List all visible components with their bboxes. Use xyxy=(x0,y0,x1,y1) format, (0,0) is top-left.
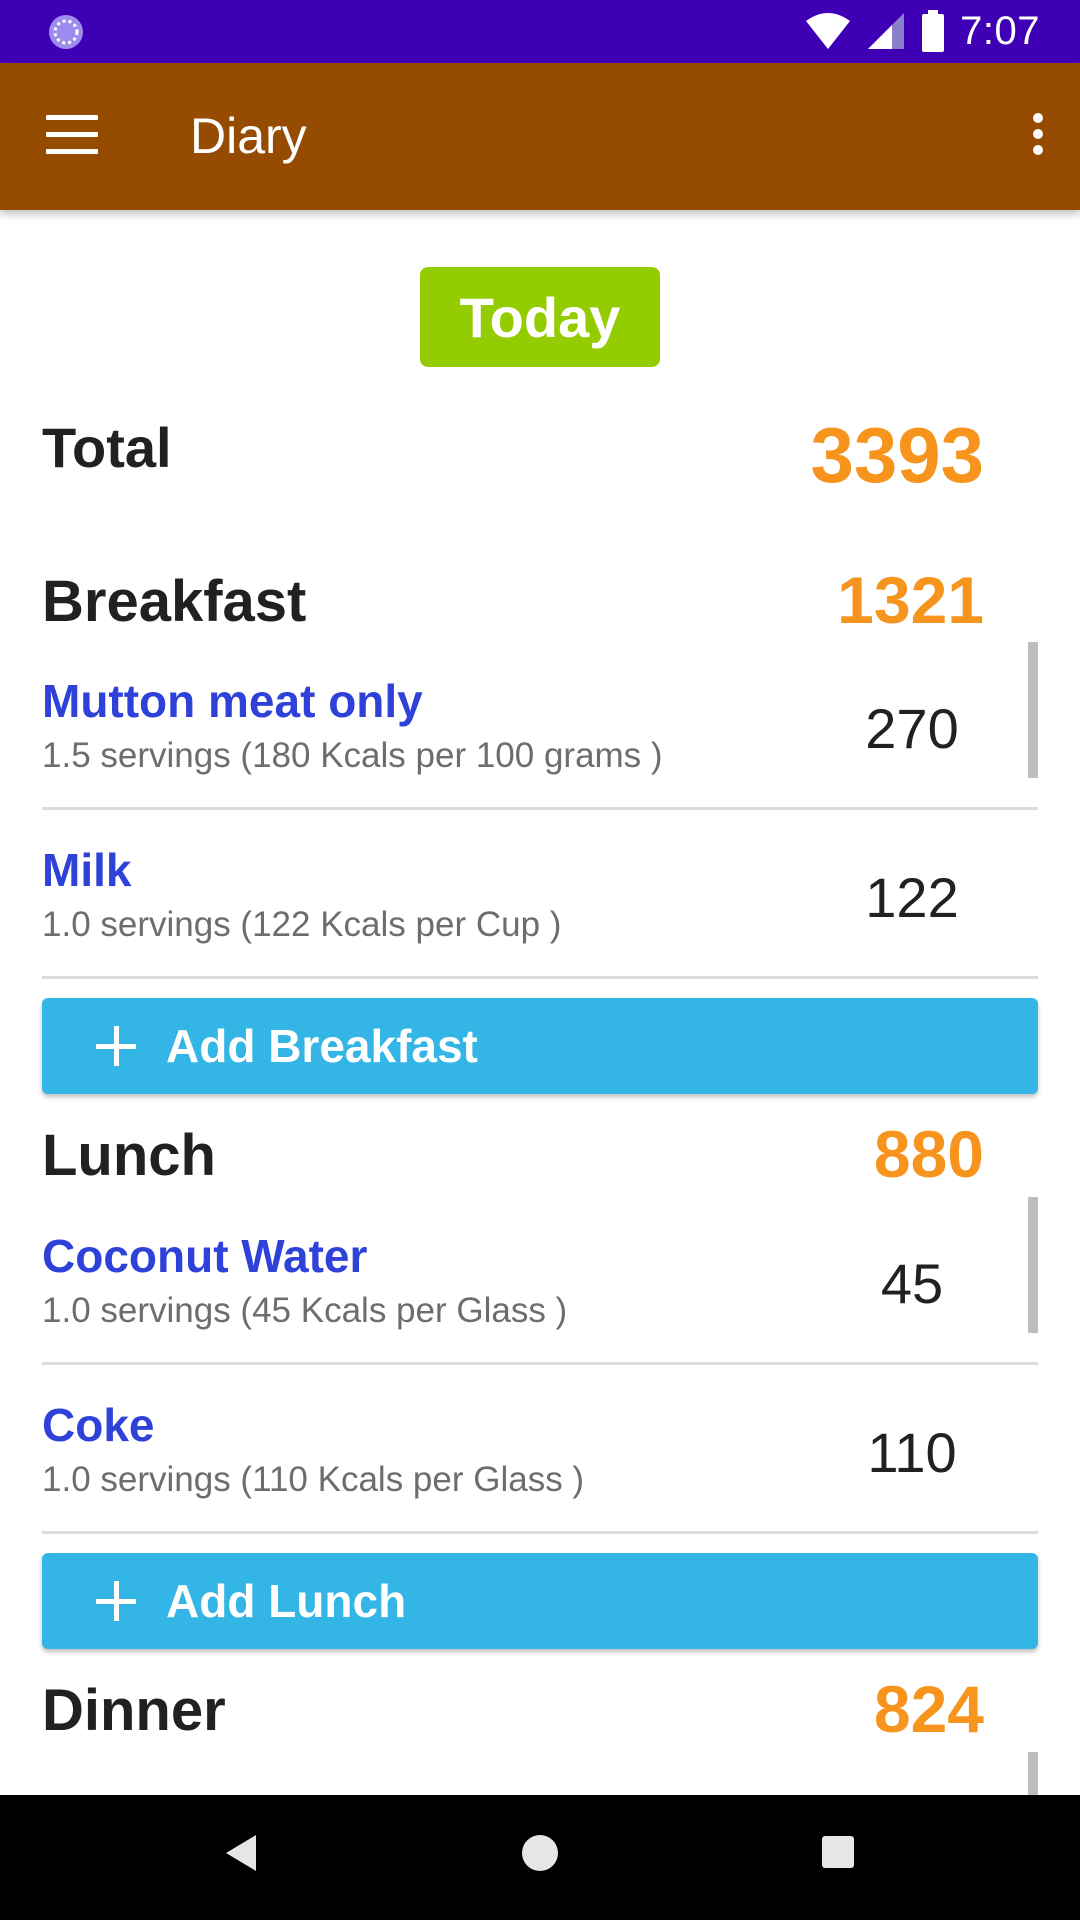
recent-apps-icon[interactable] xyxy=(822,1836,854,1868)
add-lunch-button[interactable]: Add Lunch xyxy=(42,1553,1038,1649)
food-item-name[interactable]: Coconut Water xyxy=(42,1229,367,1283)
food-item-description: 1.5 servings (180 Kcals per 100 grams ) xyxy=(42,736,663,775)
menu-icon[interactable] xyxy=(46,115,98,155)
wifi-icon xyxy=(806,13,851,49)
more-options-icon[interactable] xyxy=(1028,113,1048,159)
app-bar: Diary xyxy=(0,63,1080,210)
status-bar: 7:07 xyxy=(0,0,1080,63)
diary-content[interactable]: Today Total 3393 Breakfast 1321 Mutton m… xyxy=(0,210,1080,1795)
plus-icon xyxy=(96,1026,136,1066)
scroll-indicator xyxy=(1028,1752,1038,1795)
sync-icon xyxy=(49,15,83,49)
home-icon[interactable] xyxy=(522,1835,558,1871)
navigation-bar xyxy=(0,1795,1080,1920)
divider xyxy=(42,1362,1038,1365)
breakfast-total: 1321 xyxy=(837,563,984,637)
total-value: 3393 xyxy=(810,411,984,499)
lunch-total: 880 xyxy=(873,1117,984,1191)
food-item-kcal: 270 xyxy=(865,697,959,760)
lunch-title: Lunch xyxy=(42,1123,216,1188)
food-item-kcal: 45 xyxy=(880,1252,944,1315)
dinner-title: Dinner xyxy=(42,1678,226,1743)
food-item-description: 1.0 servings (110 Kcals per Glass ) xyxy=(42,1460,585,1499)
signal-icon xyxy=(868,13,905,49)
breakfast-title: Breakfast xyxy=(42,569,307,634)
scroll-indicator xyxy=(1028,642,1038,778)
food-item-name[interactable]: Milk xyxy=(42,843,131,897)
add-lunch-label: Add Lunch xyxy=(166,1575,407,1627)
total-label: Total xyxy=(42,416,172,479)
add-breakfast-label: Add Breakfast xyxy=(166,1020,478,1072)
page-title: Diary xyxy=(190,108,307,164)
food-item-name[interactable]: Coke xyxy=(42,1398,154,1452)
plus-icon xyxy=(96,1581,136,1621)
food-item-description: 1.0 servings (122 Kcals per Cup ) xyxy=(42,905,562,944)
food-item-name[interactable]: Mutton meat only xyxy=(42,674,423,728)
scroll-indicator xyxy=(1028,1197,1038,1333)
status-time: 7:07 xyxy=(960,8,1040,53)
food-item-description: 1.0 servings (45 Kcals per Glass ) xyxy=(42,1291,568,1330)
back-icon[interactable] xyxy=(224,1833,258,1873)
today-button[interactable]: Today xyxy=(420,267,660,367)
add-breakfast-button[interactable]: Add Breakfast xyxy=(42,998,1038,1094)
dinner-total: 824 xyxy=(873,1672,984,1746)
food-item-kcal: 122 xyxy=(865,866,959,929)
divider xyxy=(42,1531,1038,1534)
divider xyxy=(42,807,1038,810)
food-item-kcal: 110 xyxy=(867,1421,957,1484)
battery-icon xyxy=(922,10,945,52)
divider xyxy=(42,976,1038,979)
